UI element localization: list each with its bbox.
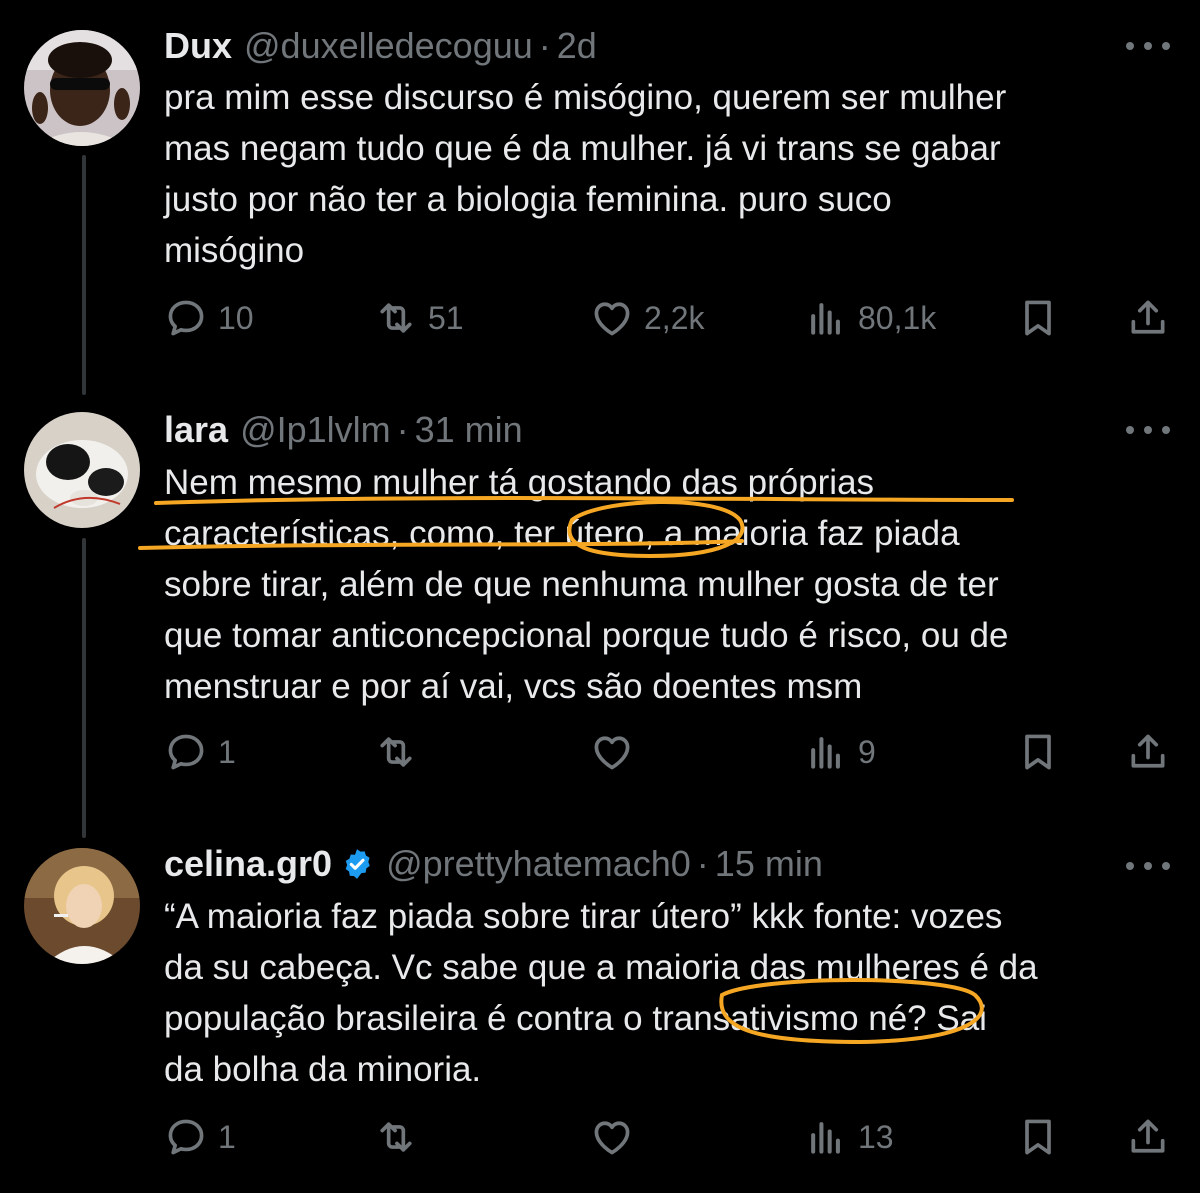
reply-icon xyxy=(168,1119,204,1155)
like-button[interactable] xyxy=(590,727,644,777)
separator: · xyxy=(538,25,551,66)
verified-badge-icon xyxy=(345,849,370,879)
more-icon[interactable] xyxy=(1126,420,1170,440)
avatar[interactable] xyxy=(24,848,140,964)
bookmark-button[interactable] xyxy=(1016,293,1060,343)
more-icon[interactable] xyxy=(1126,856,1170,876)
like-button[interactable] xyxy=(590,1112,644,1162)
view-count: 9 xyxy=(858,733,876,770)
reply-icon xyxy=(168,734,204,770)
display-name[interactable]: celina.gr0 xyxy=(164,843,332,885)
view-count: 13 xyxy=(858,1118,894,1155)
bookmark-button[interactable] xyxy=(1016,1112,1060,1162)
heart-icon xyxy=(594,1121,630,1155)
views-button[interactable]: 13 xyxy=(804,1112,894,1162)
reply-count: 1 xyxy=(218,1118,236,1155)
like-count: 2,2k xyxy=(644,299,705,336)
user-handle[interactable]: @prettyhatemach0 xyxy=(386,843,691,885)
timestamp[interactable]: 31 min xyxy=(415,409,523,451)
timestamp[interactable]: 2d xyxy=(557,25,597,67)
action-bar: 1 13 xyxy=(0,1112,1200,1162)
user-handle[interactable]: @duxelledecoguu xyxy=(244,25,533,67)
share-icon xyxy=(1131,300,1165,334)
tweet-text: “A maioria faz piada sobre tirar útero” … xyxy=(164,897,1038,1089)
display-name[interactable]: lara xyxy=(164,409,228,451)
action-bar: 1 9 xyxy=(0,727,1200,777)
reply-button[interactable]: 1 xyxy=(164,727,236,777)
repost-count: 51 xyxy=(428,299,464,336)
reply-count: 10 xyxy=(218,299,254,336)
repost-icon xyxy=(380,1122,412,1152)
views-icon xyxy=(811,1122,840,1154)
action-bar: 10 51 2,2k 80,1k xyxy=(0,293,1200,343)
tweet-header: Dux @duxelledecoguu · 2d xyxy=(164,24,597,68)
separator: · xyxy=(396,409,409,450)
repost-icon xyxy=(380,737,412,767)
user-handle[interactable]: @Ip1lvlm xyxy=(240,409,391,451)
tweet-header: lara @Ip1lvlm · 31 min xyxy=(164,408,523,452)
bookmark-button[interactable] xyxy=(1016,727,1060,777)
tweet-text: Nem mesmo mulher tá gostando das própria… xyxy=(164,463,1009,706)
views-icon xyxy=(811,737,840,769)
repost-button[interactable] xyxy=(374,1112,428,1162)
bookmark-icon xyxy=(1025,300,1051,336)
repost-icon xyxy=(380,303,412,333)
bookmark-icon xyxy=(1025,734,1051,770)
views-button[interactable]: 9 xyxy=(804,727,876,777)
thread-line-2 xyxy=(82,538,86,838)
repost-button[interactable]: 51 xyxy=(374,293,464,343)
thread-line-1 xyxy=(82,155,86,395)
share-button[interactable] xyxy=(1126,1112,1170,1162)
heart-icon xyxy=(594,736,630,770)
share-icon xyxy=(1131,734,1165,768)
views-icon xyxy=(811,303,840,335)
heart-icon xyxy=(594,302,630,336)
like-button[interactable]: 2,2k xyxy=(590,293,704,343)
tweet-header: celina.gr0 @prettyhatemach0 · 15 min xyxy=(164,842,823,886)
timestamp[interactable]: 15 min xyxy=(715,843,823,885)
tweet-text: pra mim esse discurso é misógino, querem… xyxy=(164,78,1007,270)
share-icon xyxy=(1131,1119,1165,1153)
reply-count: 1 xyxy=(218,733,236,770)
reply-button[interactable]: 10 xyxy=(164,293,254,343)
share-button[interactable] xyxy=(1126,293,1170,343)
more-icon[interactable] xyxy=(1126,36,1170,56)
avatar[interactable] xyxy=(24,412,140,528)
reply-icon xyxy=(168,300,204,336)
repost-button[interactable] xyxy=(374,727,428,777)
bookmark-icon xyxy=(1025,1119,1051,1155)
separator: · xyxy=(696,843,709,884)
view-count: 80,1k xyxy=(858,299,937,336)
views-button[interactable]: 80,1k xyxy=(804,293,936,343)
share-button[interactable] xyxy=(1126,727,1170,777)
display-name[interactable]: Dux xyxy=(164,25,232,67)
avatar[interactable] xyxy=(24,30,140,146)
reply-button[interactable]: 1 xyxy=(164,1112,236,1162)
